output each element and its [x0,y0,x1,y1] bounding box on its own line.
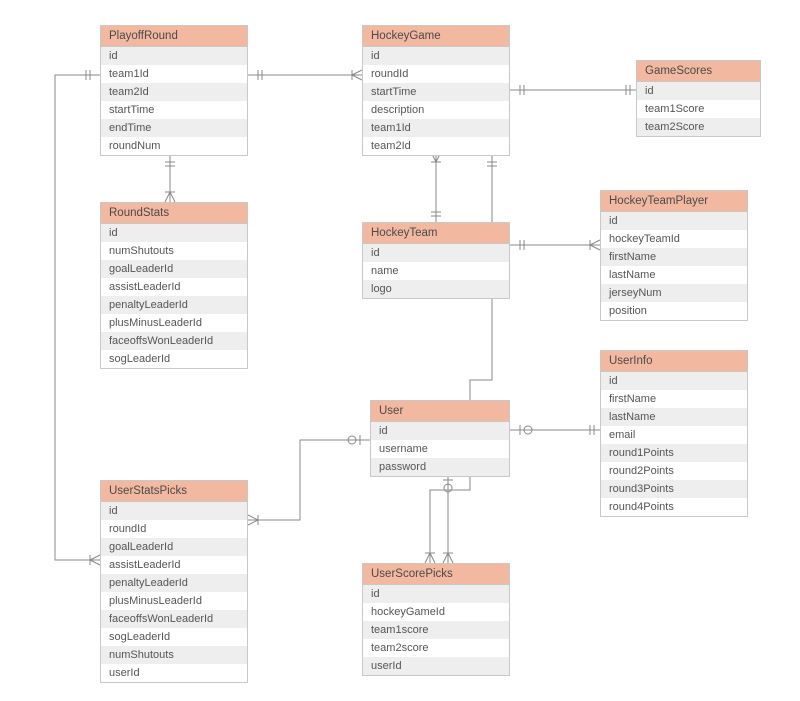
entity-field: round1Points [601,444,747,462]
entity-title: HockeyTeam [363,223,509,244]
entity-playoffround: PlayoffRound id team1Id team2Id startTim… [100,25,248,156]
entity-roundstats: RoundStats id numShutouts goalLeaderId a… [100,202,248,369]
entity-field: hockeyTeamId [601,230,747,248]
entity-field: startTime [101,101,247,119]
entity-field: id [637,82,760,100]
entity-field: hockeyGameId [363,603,509,621]
entity-field: round3Points [601,480,747,498]
entity-field: startTime [363,83,509,101]
entity-field: userId [363,657,509,675]
entity-field: team1Score [637,100,760,118]
entity-title: RoundStats [101,203,247,224]
entity-field: assistLeaderId [101,556,247,574]
entity-field: endTime [101,119,247,137]
entity-user: User id username password [370,400,510,477]
entity-field: id [363,244,509,262]
entity-field: lastName [601,408,747,426]
entity-userstatspicks: UserStatsPicks id roundId goalLeaderId a… [100,480,248,683]
entity-field: team2Id [363,137,509,155]
entity-field: plusMinusLeaderId [101,314,247,332]
entity-field: numShutouts [101,646,247,664]
entity-field: faceoffsWonLeaderId [101,332,247,350]
entity-title: HockeyTeamPlayer [601,191,747,212]
entity-field: userId [101,664,247,682]
entity-title: PlayoffRound [101,26,247,47]
entity-field: firstName [601,248,747,266]
entity-field: round2Points [601,462,747,480]
entity-field: password [371,458,509,476]
entity-field: sogLeaderId [101,628,247,646]
entity-field: team2score [363,639,509,657]
entity-field: id [601,212,747,230]
entity-field: jerseyNum [601,284,747,302]
entity-title: UserScorePicks [363,564,509,585]
entity-field: team1score [363,621,509,639]
entity-field: goalLeaderId [101,260,247,278]
entity-field: name [363,262,509,280]
entity-hockeyteamplayer: HockeyTeamPlayer id hockeyTeamId firstNa… [600,190,748,321]
entity-field: id [601,372,747,390]
entity-gamescores: GameScores id team1Score team2Score [636,60,761,137]
entity-field: id [371,422,509,440]
entity-field: firstName [601,390,747,408]
entity-field: team1Id [363,119,509,137]
entity-field: position [601,302,747,320]
entity-field: logo [363,280,509,298]
entity-title: GameScores [637,61,760,82]
entity-field: id [101,224,247,242]
entity-hockeyteam: HockeyTeam id name logo [362,222,510,299]
entity-field: id [363,47,509,65]
entity-field: id [363,585,509,603]
entity-title: User [371,401,509,422]
entity-title: UserStatsPicks [101,481,247,502]
entity-field: roundId [101,520,247,538]
entity-field: email [601,426,747,444]
entity-field: numShutouts [101,242,247,260]
entity-field: roundId [363,65,509,83]
entity-userinfo: UserInfo id firstName lastName email rou… [600,350,748,517]
entity-field: team2Id [101,83,247,101]
entity-field: assistLeaderId [101,278,247,296]
entity-field: penaltyLeaderId [101,296,247,314]
entity-field: penaltyLeaderId [101,574,247,592]
entity-field: team1Id [101,65,247,83]
entity-title: HockeyGame [363,26,509,47]
entity-field: lastName [601,266,747,284]
entity-field: team2Score [637,118,760,136]
entity-userscorepicks: UserScorePicks id hockeyGameId team1scor… [362,563,510,676]
entity-field: plusMinusLeaderId [101,592,247,610]
entity-field: id [101,502,247,520]
entity-field: goalLeaderId [101,538,247,556]
entity-hockeygame: HockeyGame id roundId startTime descript… [362,25,510,156]
entity-title: UserInfo [601,351,747,372]
entity-field: username [371,440,509,458]
entity-field: faceoffsWonLeaderId [101,610,247,628]
entity-field: description [363,101,509,119]
entity-field: roundNum [101,137,247,155]
entity-field: id [101,47,247,65]
entity-field: sogLeaderId [101,350,247,368]
entity-field: round4Points [601,498,747,516]
